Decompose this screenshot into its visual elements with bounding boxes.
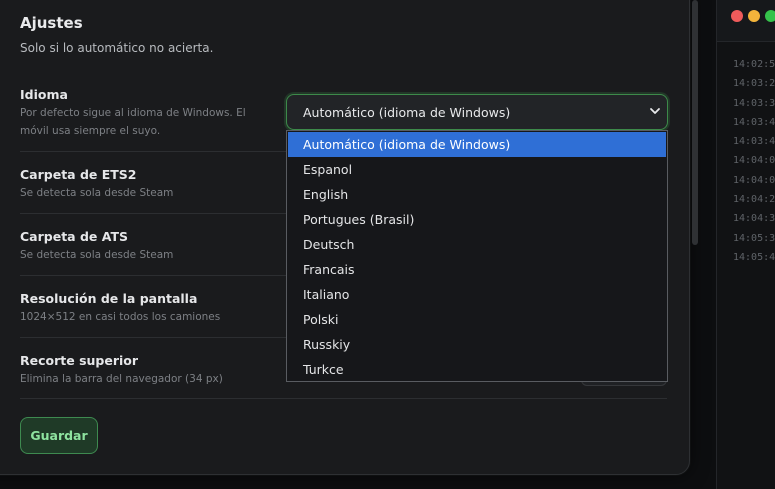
settings-panel: Ajustes Solo si lo automático no acierta… <box>0 0 690 475</box>
close-icon[interactable] <box>731 10 743 22</box>
save-button[interactable]: Guardar <box>20 417 98 454</box>
chevron-down-icon <box>650 108 660 114</box>
idioma-select-value: Automático (idioma de Windows) <box>303 105 511 120</box>
log-line: 14:02:5 <box>733 59 775 70</box>
log-line: 14:04:2 <box>733 194 775 206</box>
log-line: 14:03:4 <box>733 116 775 128</box>
idioma-option[interactable]: English <box>287 182 667 207</box>
log-titlebar <box>717 0 775 42</box>
idioma-description: Por defecto sigue al idioma de Windows. … <box>20 107 246 137</box>
log-line: 14:05:3 <box>733 232 775 244</box>
log-line: 14:03:3 <box>733 97 775 109</box>
log-line: 14:05:4 <box>733 251 775 263</box>
idioma-option[interactable]: Automático (idioma de Windows) <box>288 132 666 157</box>
idioma-option[interactable]: Polski <box>287 307 667 332</box>
idioma-option[interactable]: Russkiy <box>287 332 667 357</box>
log-line: 14:03:4 <box>733 136 775 148</box>
log-line: 14:03:2 <box>733 78 775 90</box>
log-line: 14:04:0 <box>733 174 775 186</box>
idioma-option[interactable]: Italiano <box>287 282 667 307</box>
idioma-dropdown-list: Automático (idioma de Windows) Espanol E… <box>286 130 668 382</box>
settings-title: Ajustes <box>20 14 83 32</box>
settings-subtitle: Solo si lo automático no acierta. <box>20 41 214 55</box>
maximize-icon[interactable] <box>765 10 775 22</box>
idioma-option[interactable]: Espanol <box>287 157 667 182</box>
idioma-option[interactable]: Francais <box>287 257 667 282</box>
idioma-option[interactable]: Turkce <box>287 357 667 382</box>
log-line: 14:04:0 <box>733 155 775 167</box>
minimize-icon[interactable] <box>748 10 760 22</box>
idioma-option[interactable]: Deutsch <box>287 232 667 257</box>
log-lines: 14:02:5 14:03:2 14:03:3 14:03:4 14:03:4 … <box>733 55 775 267</box>
idioma-option[interactable]: Portugues (Brasil) <box>287 207 667 232</box>
app-stage: Ajustes Solo si lo automático no acierta… <box>0 0 775 489</box>
idioma-select[interactable]: Automático (idioma de Windows) <box>286 94 668 130</box>
scrollbar[interactable] <box>692 0 698 245</box>
log-line: 14:04:3 <box>733 213 775 225</box>
log-window: 14:02:5 14:03:2 14:03:3 14:03:4 14:03:4 … <box>716 0 775 489</box>
